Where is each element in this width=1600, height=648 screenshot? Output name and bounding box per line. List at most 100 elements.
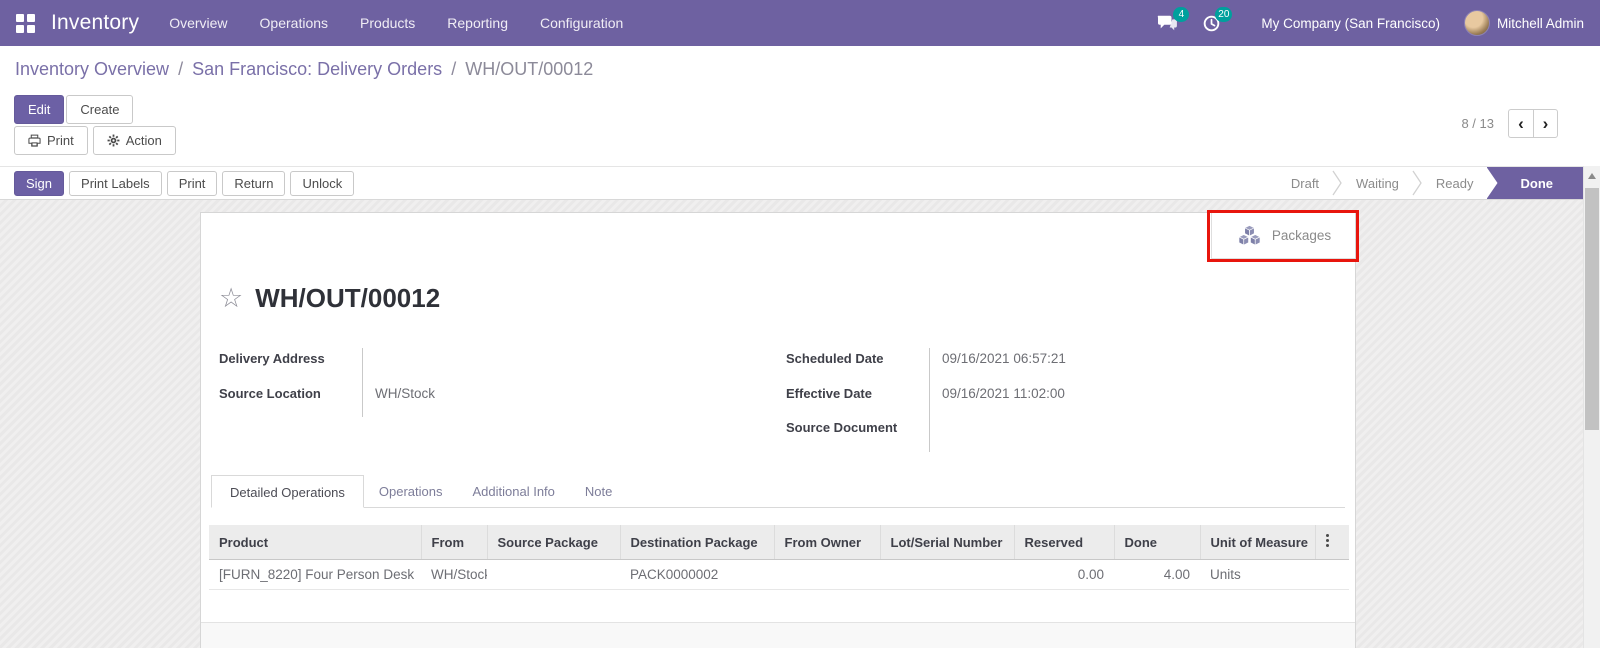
tab-additional-info[interactable]: Additional Info: [458, 475, 570, 507]
field-delivery-address: Delivery Address: [211, 348, 778, 383]
packages-stat-button[interactable]: Packages: [1211, 213, 1355, 259]
field-source-location: Source Location WH/Stock: [211, 383, 778, 418]
apps-menu-icon[interactable]: [16, 14, 35, 33]
sign-button[interactable]: Sign: [14, 171, 64, 196]
field-label: Source Location: [211, 383, 363, 418]
breadcrumb-current: WH/OUT/00012: [465, 59, 593, 79]
breadcrumb: Inventory Overview / San Francisco: Deli…: [15, 59, 593, 80]
field-effective-date: Effective Date 09/16/2021 11:02:00: [778, 383, 1335, 418]
stage-done-active[interactable]: Done: [1487, 167, 1584, 199]
action-menu-label: Action: [126, 134, 162, 147]
col-destination-package[interactable]: Destination Package: [620, 525, 774, 560]
field-value[interactable]: 09/16/2021 11:02:00: [930, 383, 1335, 418]
field-scheduled-date: Scheduled Date 09/16/2021 06:57:21: [778, 348, 1335, 383]
statusbar-buttons: Sign Print Labels Print Return Unlock: [14, 171, 354, 196]
cell-from: WH/Stock: [421, 560, 487, 590]
field-value[interactable]: [363, 348, 778, 383]
field-source-document: Source Document: [778, 417, 1335, 452]
col-unit-of-measure[interactable]: Unit of Measure: [1200, 525, 1315, 560]
field-value[interactable]: [930, 417, 1335, 452]
tab-operations[interactable]: Operations: [364, 475, 458, 507]
company-switcher[interactable]: My Company (San Francisco): [1261, 16, 1440, 31]
breadcrumb-link-delivery-orders[interactable]: San Francisco: Delivery Orders: [192, 59, 442, 79]
optional-columns-toggle[interactable]: [1315, 525, 1349, 560]
col-source-package[interactable]: Source Package: [487, 525, 620, 560]
user-avatar: [1464, 10, 1490, 36]
edit-create-row: Edit Create: [14, 95, 133, 124]
status-pipeline: Draft Waiting Ready Done: [1278, 167, 1583, 199]
chevron-right-icon: ›: [1543, 114, 1549, 134]
pager-previous-button[interactable]: ‹: [1508, 109, 1533, 138]
cell-actions: [1315, 560, 1349, 590]
statusbar: Sign Print Labels Print Return Unlock Dr…: [0, 166, 1600, 200]
chevron-left-icon: ‹: [1518, 114, 1524, 134]
notebook-tabs: Detailed Operations Operations Additiona…: [211, 475, 1345, 508]
print-menu-label: Print: [47, 134, 74, 147]
nav-item-products[interactable]: Products: [360, 15, 415, 31]
col-from-owner[interactable]: From Owner: [774, 525, 880, 560]
cell-reserved: 0.00: [1014, 560, 1114, 590]
stage-waiting[interactable]: Waiting: [1343, 176, 1412, 191]
return-button[interactable]: Return: [222, 171, 285, 196]
gear-icon: [107, 134, 120, 147]
edit-button[interactable]: Edit: [14, 95, 64, 124]
scrollbar-thumb[interactable]: [1585, 188, 1599, 430]
field-group-left: Delivery Address Source Location WH/Stoc…: [211, 348, 778, 452]
printer-icon: [28, 134, 41, 147]
col-lot-serial[interactable]: Lot/Serial Number: [880, 525, 1014, 560]
tab-detailed-operations[interactable]: Detailed Operations: [211, 475, 364, 508]
field-value[interactable]: WH/Stock: [363, 383, 778, 418]
col-from[interactable]: From: [421, 525, 487, 560]
cell-done: 4.00: [1114, 560, 1200, 590]
activities-icon[interactable]: 20: [1202, 14, 1221, 33]
app-name[interactable]: Inventory: [51, 11, 139, 35]
print-menu-button[interactable]: Print: [14, 126, 88, 155]
control-panel: Inventory Overview / San Francisco: Deli…: [0, 46, 1600, 200]
table-row[interactable]: [FURN_8220] Four Person Desk WH/Stock PA…: [209, 560, 1349, 590]
breadcrumb-link-overview[interactable]: Inventory Overview: [15, 59, 169, 79]
user-name: Mitchell Admin: [1497, 16, 1584, 31]
favorite-star-icon[interactable]: ☆: [219, 285, 243, 312]
messages-icon[interactable]: 4: [1156, 14, 1178, 32]
vertical-scrollbar[interactable]: [1583, 166, 1600, 648]
form-sheet: Packages ☆ WH/OUT/00012 Delivery Address…: [200, 212, 1356, 648]
print-labels-button[interactable]: Print Labels: [69, 171, 162, 196]
cell-product: [FURN_8220] Four Person Desk: [209, 560, 421, 590]
print-action-row: Print Action: [14, 126, 176, 155]
title-row: ☆ WH/OUT/00012: [219, 283, 440, 314]
messages-badge: 4: [1173, 7, 1189, 22]
col-product[interactable]: Product: [209, 525, 421, 560]
pager: 8 / 13 ‹ ›: [1461, 109, 1558, 138]
document-title: WH/OUT/00012: [255, 283, 440, 314]
packages-label: Packages: [1272, 228, 1331, 243]
page: Inventory Overview Operations Products R…: [0, 0, 1600, 648]
unlock-button[interactable]: Unlock: [290, 171, 354, 196]
col-done[interactable]: Done: [1114, 525, 1200, 560]
stage-chevron-icon: [1332, 168, 1343, 198]
pager-next-button[interactable]: ›: [1533, 109, 1558, 138]
nav-item-overview[interactable]: Overview: [169, 15, 227, 31]
cell-destination-package: PACK0000002: [620, 560, 774, 590]
activities-badge: 20: [1215, 7, 1232, 22]
nav-item-configuration[interactable]: Configuration: [540, 15, 623, 31]
cell-lot-serial: [880, 560, 1014, 590]
user-menu[interactable]: Mitchell Admin: [1464, 10, 1584, 36]
action-menu-button[interactable]: Action: [93, 126, 176, 155]
tab-note[interactable]: Note: [570, 475, 627, 507]
print-button[interactable]: Print: [167, 171, 218, 196]
operations-table-wrap: Product From Source Package Destination …: [209, 525, 1347, 590]
operations-table: Product From Source Package Destination …: [209, 525, 1349, 590]
nav-item-reporting[interactable]: Reporting: [447, 15, 508, 31]
stage-ready[interactable]: Ready: [1423, 176, 1487, 191]
stage-draft[interactable]: Draft: [1278, 176, 1332, 191]
top-navbar: Inventory Overview Operations Products R…: [0, 0, 1600, 46]
cell-from-owner: [774, 560, 880, 590]
scrollbar-up-arrow-icon[interactable]: [1588, 173, 1596, 179]
field-value[interactable]: 09/16/2021 06:57:21: [930, 348, 1335, 383]
nav-right: 4 20 My Company (San Francisco) Mitchell…: [1156, 10, 1584, 36]
col-reserved[interactable]: Reserved: [1014, 525, 1114, 560]
nav-item-operations[interactable]: Operations: [260, 15, 328, 31]
breadcrumb-separator: /: [174, 59, 187, 79]
table-header-row: Product From Source Package Destination …: [209, 525, 1349, 560]
create-button[interactable]: Create: [66, 95, 133, 124]
